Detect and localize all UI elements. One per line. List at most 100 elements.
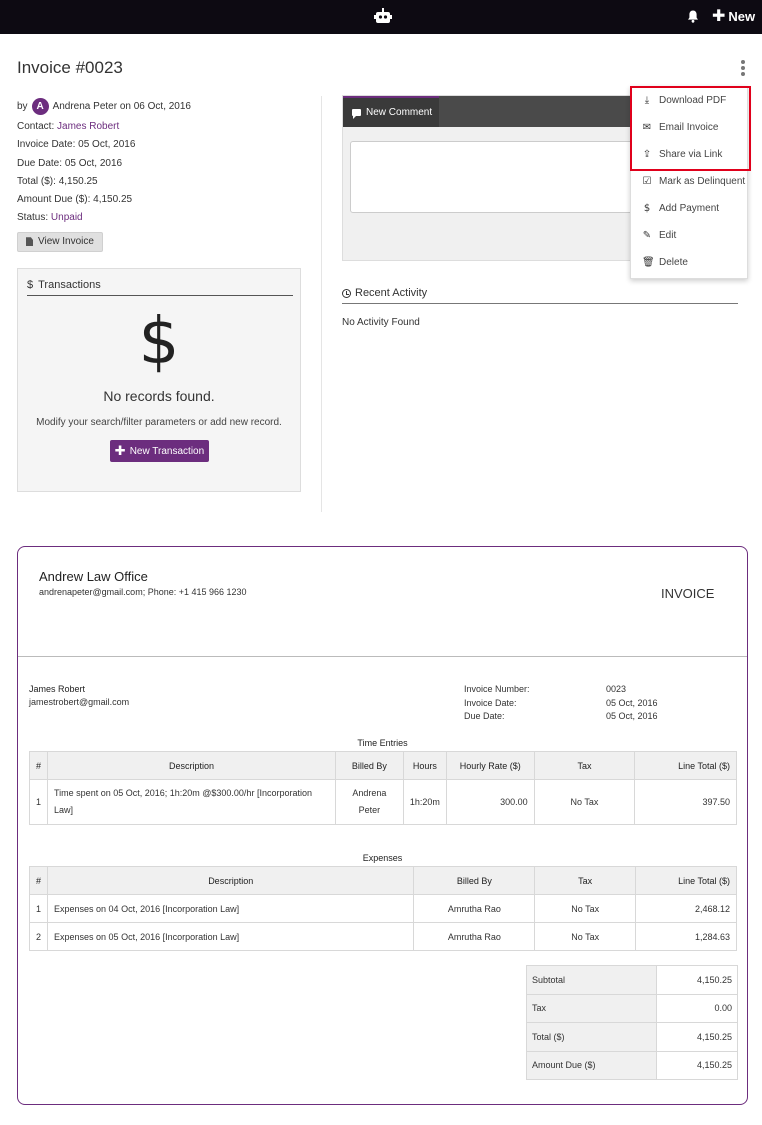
new-transaction-label: New Transaction bbox=[129, 445, 205, 457]
menu-item-label: Email Invoice bbox=[659, 122, 719, 133]
column-header: Description bbox=[47, 866, 415, 895]
amount-due-value: 4,150.25 bbox=[93, 194, 133, 206]
menu-item-add-payment[interactable]: $ Add Payment bbox=[631, 195, 747, 222]
client-name: James Robert bbox=[29, 684, 86, 694]
author-line: by A Andrena Peter on 06 Oct, 2016 bbox=[17, 96, 317, 116]
row-billed-by: Amrutha Rao bbox=[413, 922, 536, 951]
document-icon bbox=[26, 237, 33, 247]
client-email: jamestrobert@gmail.com bbox=[29, 697, 130, 707]
totals-value: 4,150.25 bbox=[656, 1022, 738, 1052]
table-row: 2 Expenses on 05 Oct, 2016 [Incorporatio… bbox=[28, 922, 737, 951]
by-prefix: by bbox=[17, 100, 28, 112]
totals-table: Subtotal 4,150.25 Tax 0.00 Total ($) 4,1… bbox=[526, 965, 738, 1080]
tab-new-comment[interactable]: New Comment bbox=[343, 96, 439, 127]
column-header: Billed By bbox=[413, 866, 536, 895]
invoice-date-label: Invoice Date: bbox=[17, 139, 76, 151]
avatar[interactable]: A bbox=[31, 97, 49, 115]
row-number: 1 bbox=[28, 779, 49, 825]
menu-item-email-invoice[interactable]: ✉ Email Invoice bbox=[631, 114, 747, 141]
totals-value: 4,150.25 bbox=[656, 965, 738, 995]
totals-value: 4,150.25 bbox=[656, 1050, 738, 1080]
totals-value: 0.00 bbox=[656, 993, 738, 1023]
new-transaction-button[interactable]: ✚ New Transaction bbox=[110, 440, 209, 462]
menu-item-label: Download PDF bbox=[659, 95, 727, 106]
row-tax: No Tax bbox=[534, 894, 637, 923]
row-number: 2 bbox=[28, 922, 49, 951]
amount-due-label: Amount Due ($): bbox=[17, 194, 91, 206]
totals-row: Total ($) 4,150.25 bbox=[526, 1022, 738, 1052]
status-value: Unpaid bbox=[50, 212, 83, 224]
bell-icon[interactable] bbox=[687, 10, 699, 23]
company-name: Andrew Law Office bbox=[39, 569, 148, 584]
due-date-row: Due Date: 05 Oct, 2016 bbox=[17, 155, 317, 173]
meta-key: Due Date: bbox=[464, 711, 505, 721]
totals-row: Tax 0.00 bbox=[526, 993, 738, 1023]
totals-row: Subtotal 4,150.25 bbox=[526, 965, 738, 995]
trash-icon: 🗑 bbox=[642, 257, 655, 268]
totals-label: Subtotal bbox=[526, 965, 657, 995]
plus-icon: ✚ bbox=[712, 7, 726, 25]
column-header: Line Total ($) bbox=[635, 866, 737, 895]
column-header: Tax bbox=[534, 866, 637, 895]
column-header: # bbox=[28, 751, 49, 780]
menu-item-label: Delete bbox=[659, 257, 688, 268]
menu-item-delete[interactable]: 🗑 Delete bbox=[631, 249, 747, 276]
large-dollar-icon: $ bbox=[138, 305, 180, 379]
checkbox-icon: ☑ bbox=[642, 176, 652, 187]
recent-activity-title: Recent Activity bbox=[355, 287, 428, 299]
menu-item-label: Mark as Delinquent bbox=[659, 176, 746, 187]
clock-icon bbox=[342, 288, 351, 298]
column-header: Description bbox=[47, 751, 336, 780]
new-button-label: New bbox=[728, 9, 756, 24]
company-contact: andrenapeter@gmail.com; Phone: +1 415 96… bbox=[39, 587, 247, 597]
row-description: Expenses on 04 Oct, 2016 [Incorporation … bbox=[47, 894, 415, 923]
status-label: Status: bbox=[17, 212, 49, 224]
menu-item-edit[interactable]: ✎ Edit bbox=[631, 222, 747, 249]
column-divider bbox=[321, 96, 322, 512]
meta-value: 0023 bbox=[606, 684, 627, 694]
divider bbox=[18, 656, 747, 657]
transactions-header: $ Transactions bbox=[27, 279, 293, 296]
invoice-actions-menu: ⤓ Download PDF ✉ Email Invoice ⇪ Share v… bbox=[630, 86, 748, 279]
time-entries-title: Time Entries bbox=[357, 738, 408, 748]
total-label: Total ($): bbox=[17, 175, 56, 187]
dollar-icon: $ bbox=[643, 203, 651, 214]
no-activity-text: No Activity Found bbox=[342, 317, 420, 328]
column-header: Line Total ($) bbox=[634, 751, 737, 780]
contact-link[interactable]: James Robert bbox=[57, 121, 119, 132]
menu-item-label: Add Payment bbox=[659, 203, 720, 214]
email-icon: ✉ bbox=[642, 122, 652, 133]
due-date-value: 05 Oct, 2016 bbox=[64, 157, 123, 169]
menu-item-label: Edit bbox=[659, 230, 677, 241]
meta-value: 05 Oct, 2016 bbox=[606, 697, 658, 708]
table-row: 1 Time spent on 05 Oct, 2016; 1h:20m @$3… bbox=[28, 779, 737, 825]
view-invoice-button[interactable]: View Invoice bbox=[17, 231, 103, 252]
column-header: Hourly Rate ($) bbox=[445, 751, 535, 780]
new-button[interactable]: ✚ New bbox=[712, 7, 756, 25]
page-title: Invoice #0023 bbox=[17, 58, 123, 77]
download-icon: ⤓ bbox=[644, 95, 650, 106]
contact-label: Contact: bbox=[17, 121, 55, 132]
totals-label: Total ($) bbox=[526, 1022, 657, 1052]
totals-label: Tax bbox=[526, 993, 657, 1023]
view-invoice-label: View Invoice bbox=[38, 236, 94, 248]
pencil-icon: ✎ bbox=[642, 230, 652, 241]
expenses-title: Expenses bbox=[362, 853, 403, 863]
invoice-document: Andrew Law Office andrenapeter@gmail.com… bbox=[17, 546, 748, 1105]
menu-item-share-via-link[interactable]: ⇪ Share via Link bbox=[631, 141, 747, 168]
menu-item-mark-delinquent[interactable]: ☑ Mark as Delinquent bbox=[631, 168, 747, 195]
row-description: Expenses on 05 Oct, 2016 [Incorporation … bbox=[47, 922, 415, 951]
row-billed-by: Amrutha Rao bbox=[413, 894, 536, 923]
menu-item-label: Share via Link bbox=[659, 149, 723, 160]
invoice-meta: Invoice Number: 0023 Invoice Date: 05 Oc… bbox=[464, 684, 658, 725]
row-description: Time spent on 05 Oct, 2016; 1h:20m @$300… bbox=[47, 779, 336, 825]
row-tax: No Tax bbox=[533, 779, 636, 825]
row-line-total: 2,468.12 bbox=[635, 894, 737, 923]
transactions-panel: $ Transactions $ No records found. Modif… bbox=[17, 268, 301, 492]
menu-item-download-pdf[interactable]: ⤓ Download PDF bbox=[631, 87, 747, 114]
robot-logo-icon[interactable] bbox=[374, 8, 392, 24]
column-header: # bbox=[28, 866, 49, 895]
totals-row: Amount Due ($) 4,150.25 bbox=[526, 1050, 738, 1080]
more-options-icon[interactable] bbox=[739, 60, 747, 78]
amount-due-row: Amount Due ($): 4,150.25 bbox=[17, 191, 317, 209]
